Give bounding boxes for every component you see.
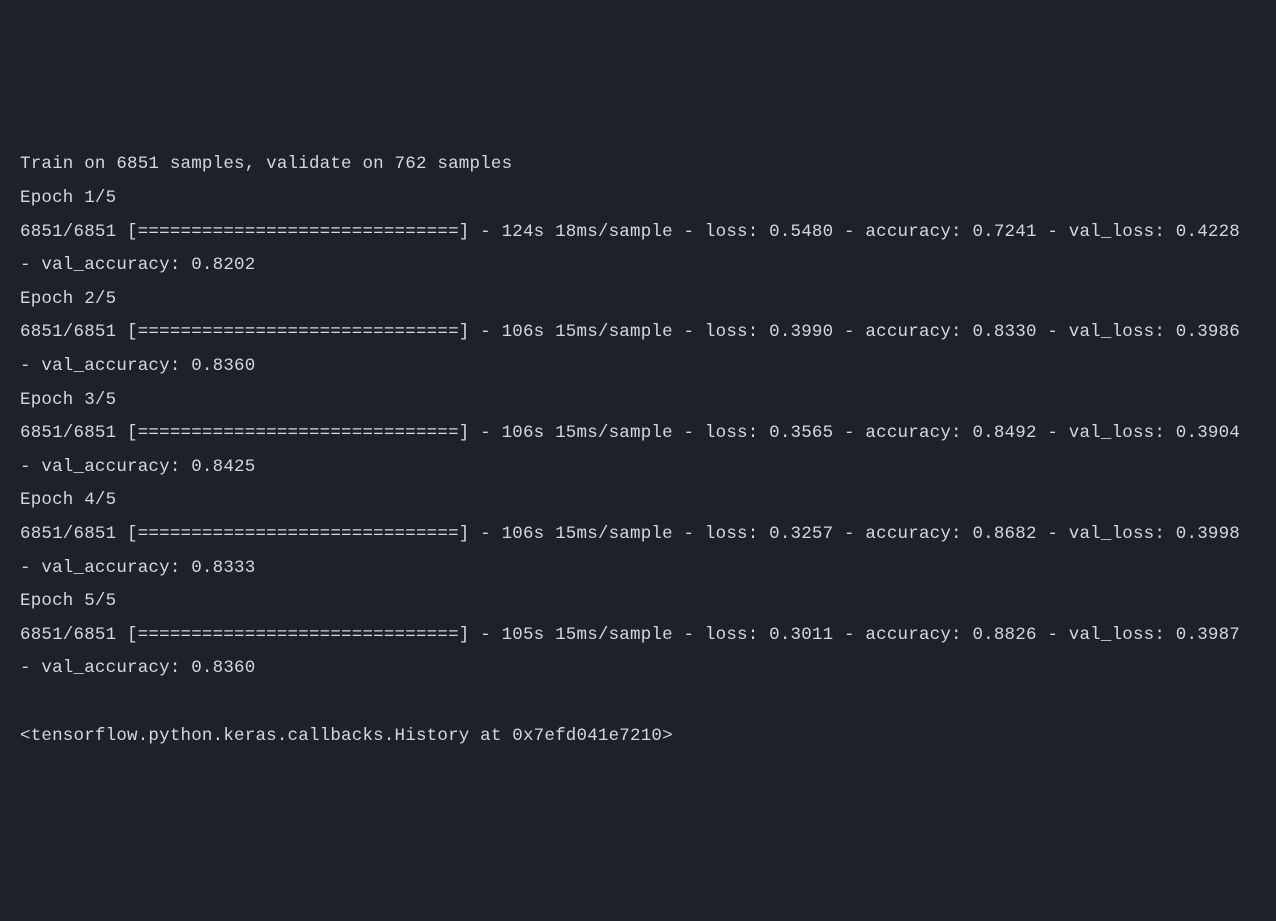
training-output: Train on 6851 samples, validate on 762 s… [20, 148, 1256, 753]
epoch-label: Epoch 1/5 [20, 188, 116, 208]
epoch-progress: 6851/6851 [=============================… [20, 222, 1251, 276]
return-value: <tensorflow.python.keras.callbacks.Histo… [20, 720, 1256, 754]
epoch-progress: 6851/6851 [=============================… [20, 423, 1251, 477]
epoch-progress: 6851/6851 [=============================… [20, 322, 1251, 376]
epoch-progress: 6851/6851 [=============================… [20, 524, 1251, 578]
epoch-label: Epoch 3/5 [20, 390, 116, 410]
epoch-progress: 6851/6851 [=============================… [20, 625, 1251, 679]
training-header: Train on 6851 samples, validate on 762 s… [20, 154, 512, 174]
epoch-label: Epoch 4/5 [20, 490, 116, 510]
epoch-label: Epoch 5/5 [20, 591, 116, 611]
epoch-label: Epoch 2/5 [20, 289, 116, 309]
